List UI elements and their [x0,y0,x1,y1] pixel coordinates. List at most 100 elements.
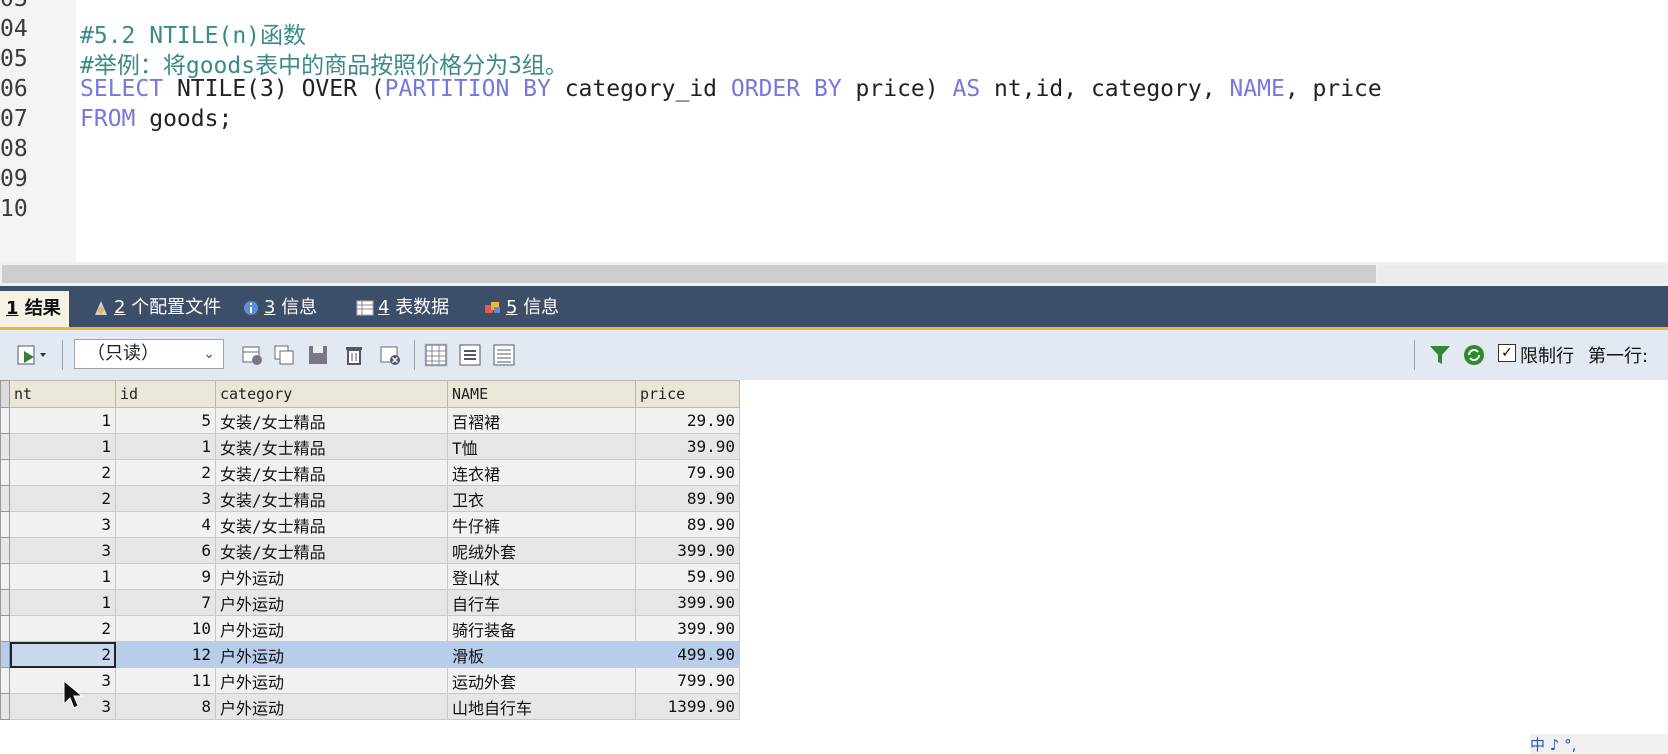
table-row[interactable]: 2 3 女装/女士精品 卫衣 89.90 [0,485,740,512]
row-header[interactable] [0,563,10,590]
readonly-mode-select[interactable]: （只读） ⌄ [74,339,224,369]
grid-cell-price[interactable]: 59.90 [635,563,740,590]
row-header[interactable] [0,511,10,538]
grid-cell-id[interactable]: 9 [115,563,216,590]
duplicate-row-icon[interactable] [272,343,296,367]
grid-cell-price[interactable]: 89.90 [635,511,740,538]
grid-cell-nt[interactable]: 2 [9,641,116,668]
grid-cell-id[interactable]: 8 [115,693,216,720]
grid-cell-nt[interactable]: 1 [9,407,116,434]
row-header[interactable] [0,537,10,564]
table-row[interactable]: 2 2 女装/女士精品 连衣裙 79.90 [0,459,740,486]
grid-cell-nt[interactable]: 3 [9,511,116,538]
grid-cell-price[interactable]: 1399.90 [635,693,740,720]
table-row[interactable]: 1 9 户外运动 登山杖 59.90 [0,563,740,590]
add-row-icon[interactable] [240,343,264,367]
grid-cell-price[interactable]: 399.90 [635,589,740,616]
refresh-icon[interactable] [1462,343,1486,367]
row-header[interactable] [0,693,10,720]
grid-cell-id[interactable]: 6 [115,537,216,564]
column-header-name[interactable]: NAME [447,380,636,408]
grid-cell-name[interactable]: T恤 [447,433,636,460]
row-header[interactable] [0,667,10,694]
grid-cell-price[interactable]: 29.90 [635,407,740,434]
grid-cell-nt[interactable]: 3 [9,537,116,564]
grid-cell-nt[interactable]: 2 [9,615,116,642]
grid-cell-id[interactable]: 2 [115,459,216,486]
grid-cell-id[interactable]: 1 [115,433,216,460]
grid-cell-name[interactable]: 滑板 [447,641,636,668]
column-header-category[interactable]: category [215,380,448,408]
grid-cell-name[interactable]: 百褶裙 [447,407,636,434]
horizontal-scrollbar[interactable] [0,262,1668,286]
export-dropdown-icon[interactable] [16,343,50,367]
table-row[interactable]: 1 7 户外运动 自行车 399.90 [0,589,740,616]
column-header-price[interactable]: price [635,380,740,408]
tab-results[interactable]: 1 结果 [0,291,69,327]
table-row[interactable]: 1 1 女装/女士精品 T恤 39.90 [0,433,740,460]
table-row[interactable]: 2 12 户外运动 滑板 499.90 [0,641,740,668]
grid-cell-price[interactable]: 399.90 [635,615,740,642]
row-header[interactable] [0,615,10,642]
grid-cell-name[interactable]: 呢绒外套 [447,537,636,564]
grid-cell-nt[interactable]: 1 [9,433,116,460]
grid-cell-name[interactable]: 运动外套 [447,667,636,694]
grid-cell-nt[interactable]: 2 [9,485,116,512]
grid-cell-category[interactable]: 户外运动 [215,693,448,720]
tab-messages[interactable]: 5 信息 [484,292,559,324]
table-row[interactable]: 3 6 女装/女士精品 呢绒外套 399.90 [0,537,740,564]
row-header[interactable] [0,641,10,668]
grid-cell-category[interactable]: 户外运动 [215,589,448,616]
delete-icon[interactable] [342,343,366,367]
grid-cell-price[interactable]: 399.90 [635,537,740,564]
grid-cell-id[interactable]: 12 [115,641,216,668]
grid-cell-category[interactable]: 户外运动 [215,563,448,590]
grid-cell-category[interactable]: 女装/女士精品 [215,485,448,512]
table-row[interactable]: 3 11 户外运动 运动外套 799.90 [0,667,740,694]
scrollbar-track[interactable] [1378,265,1666,283]
grid-cell-id[interactable]: 11 [115,667,216,694]
sql-editor[interactable]: 03 04 05 06 07 08 09 10 #5.2 NTILE(n)函数 … [0,0,1668,262]
grid-cell-category[interactable]: 女装/女士精品 [215,459,448,486]
scrollbar-thumb[interactable] [2,265,1376,283]
filter-icon[interactable] [1428,343,1452,367]
tab-table-data[interactable]: 4 表数据 [356,292,449,324]
grid-cell-nt[interactable]: 1 [9,563,116,590]
form-view-icon[interactable] [458,343,482,367]
grid-cell-category[interactable]: 户外运动 [215,615,448,642]
discard-changes-icon[interactable] [378,343,402,367]
tab-profiles[interactable]: 2 个配置文件 [92,292,221,324]
grid-cell-price[interactable]: 79.90 [635,459,740,486]
grid-cell-name[interactable]: 牛仔裤 [447,511,636,538]
grid-cell-id[interactable]: 4 [115,511,216,538]
column-header-id[interactable]: id [115,380,216,408]
grid-cell-price[interactable]: 499.90 [635,641,740,668]
grid-view-icon[interactable] [424,343,448,367]
grid-cell-nt[interactable]: 2 [9,459,116,486]
grid-cell-name[interactable]: 卫衣 [447,485,636,512]
grid-cell-id[interactable]: 5 [115,407,216,434]
row-header[interactable] [0,433,10,460]
row-header[interactable] [0,485,10,512]
table-row[interactable]: 2 10 户外运动 骑行装备 399.90 [0,615,740,642]
row-header[interactable] [0,407,10,434]
grid-cell-category[interactable]: 户外运动 [215,641,448,668]
grid-cell-category[interactable]: 户外运动 [215,667,448,694]
grid-cell-name[interactable]: 山地自行车 [447,693,636,720]
table-row[interactable]: 3 4 女装/女士精品 牛仔裤 89.90 [0,511,740,538]
grid-cell-name[interactable]: 骑行装备 [447,615,636,642]
text-view-icon[interactable] [492,343,516,367]
grid-cell-category[interactable]: 女装/女士精品 [215,407,448,434]
grid-cell-id[interactable]: 10 [115,615,216,642]
limit-rows-checkbox[interactable]: ✓ [1498,344,1516,362]
row-header-corner[interactable] [0,380,10,408]
grid-cell-id[interactable]: 7 [115,589,216,616]
grid-cell-price[interactable]: 89.90 [635,485,740,512]
grid-cell-category[interactable]: 女装/女士精品 [215,433,448,460]
grid-cell-name[interactable]: 登山杖 [447,563,636,590]
grid-cell-price[interactable]: 799.90 [635,667,740,694]
table-row[interactable]: 3 8 户外运动 山地自行车 1399.90 [0,693,740,720]
row-header[interactable] [0,589,10,616]
table-row[interactable]: 1 5 女装/女士精品 百褶裙 29.90 [0,407,740,434]
grid-cell-name[interactable]: 连衣裙 [447,459,636,486]
